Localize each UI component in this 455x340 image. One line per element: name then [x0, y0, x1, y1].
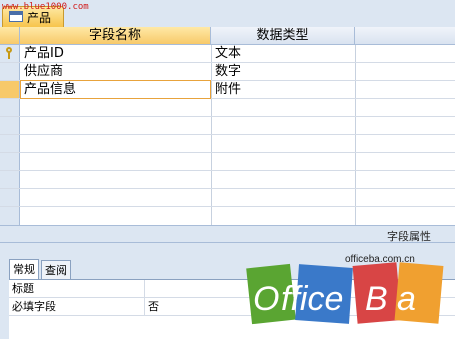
design-grid-header: 字段名称 数据类型 — [0, 27, 455, 45]
grid-divider — [355, 45, 356, 225]
tab-lookup[interactable]: 查阅 — [41, 260, 71, 279]
primary-key-icon — [4, 47, 14, 59]
field-name-cell[interactable]: 产品ID — [21, 45, 211, 62]
table-icon — [9, 11, 23, 22]
logo-url-text: officeba.com.cn — [345, 254, 415, 265]
field-properties-label: 字段属性 — [387, 230, 431, 243]
logo-letter: B — [365, 280, 388, 318]
watermark-url: www.blue1000.com — [2, 2, 89, 12]
tab-general[interactable]: 常规 — [9, 259, 39, 279]
row-selector-active[interactable] — [0, 80, 19, 98]
grid-row-line — [0, 134, 455, 135]
property-label: 必填字段 — [12, 300, 56, 313]
property-label: 标题 — [12, 282, 34, 295]
grid-row-line — [0, 170, 455, 171]
grid-row-line — [0, 116, 455, 117]
column-header-data-type[interactable]: 数据类型 — [211, 27, 355, 44]
data-type-cell[interactable]: 数字 — [212, 63, 355, 80]
logo-letter: O — [253, 280, 279, 318]
field-name-input-active[interactable]: 产品信息 — [20, 80, 211, 99]
column-header-field-name[interactable]: 字段名称 — [20, 27, 211, 44]
row-selector-column[interactable] — [0, 45, 20, 225]
field-properties-bar: 字段属性 — [0, 225, 455, 243]
logo-letter: a — [397, 280, 416, 318]
column-header-description[interactable] — [355, 27, 455, 44]
grid-row-line — [0, 206, 455, 207]
data-type-cell[interactable]: 附件 — [212, 81, 355, 98]
grid-row-line — [0, 188, 455, 189]
logo-letter: ffice — [281, 280, 343, 318]
corner-selector[interactable] — [0, 27, 20, 44]
data-type-cell[interactable]: 文本 — [212, 45, 355, 62]
property-column-divider — [144, 280, 145, 316]
grid-row-line — [0, 152, 455, 153]
field-name-cell[interactable]: 供应商 — [21, 63, 211, 80]
officeba-logo: officeba.com.cn O ffice B a — [246, 254, 444, 325]
